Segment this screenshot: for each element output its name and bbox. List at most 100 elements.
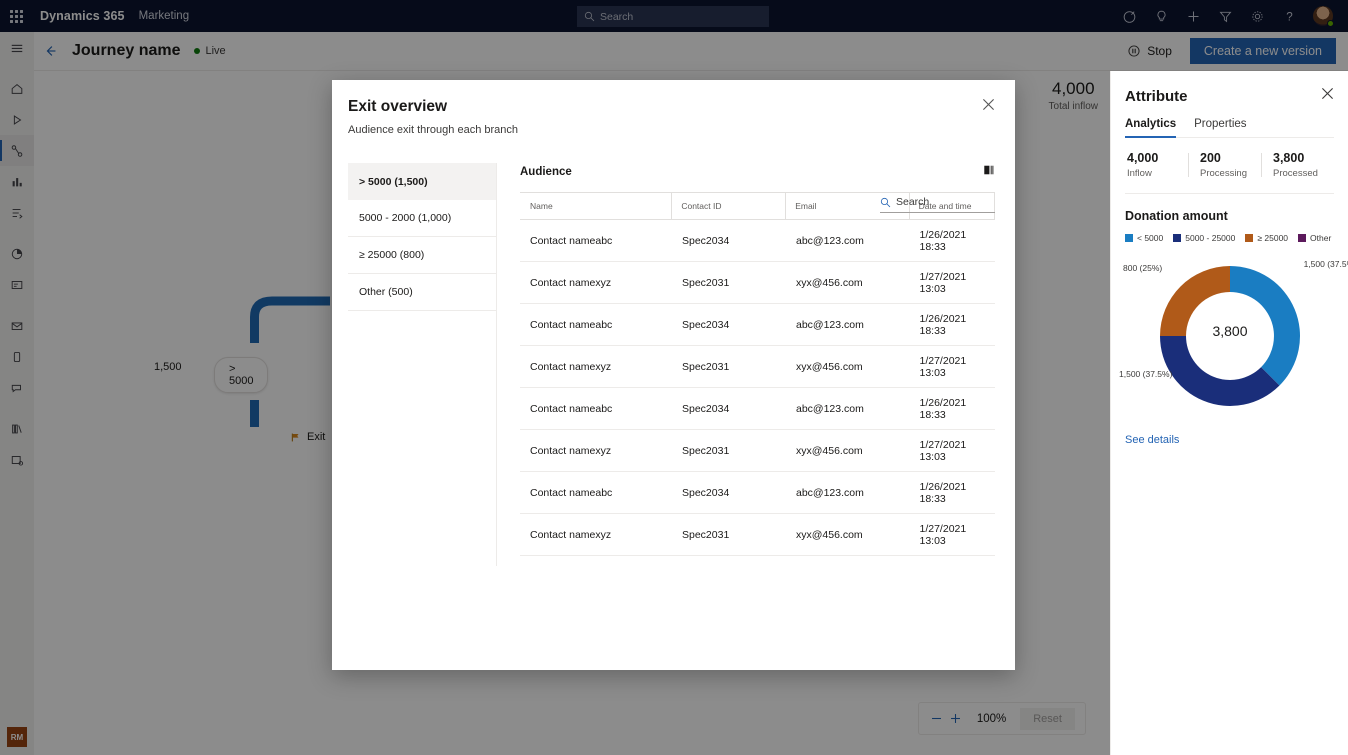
global-search-input[interactable]: Search bbox=[577, 6, 769, 27]
table-row[interactable]: Contact namexyz Spec2031 xyx@456.com 1/27/2… bbox=[520, 261, 995, 304]
table-cell-date-time: 1/26/2021 18:33 bbox=[909, 219, 995, 262]
table-cell-contact-id: Spec2031 bbox=[672, 345, 786, 388]
target-icon[interactable] bbox=[1114, 0, 1144, 32]
branch-list-item[interactable]: Other (500) bbox=[348, 274, 496, 311]
table-cell-date-time: 1/27/2021 13:03 bbox=[909, 261, 995, 304]
zoom-controls: 100% Reset bbox=[918, 702, 1086, 735]
sidebar-item-home[interactable] bbox=[0, 73, 34, 104]
table-cell-name: Contact nameabc bbox=[520, 471, 672, 514]
table-cell-name: Contact namexyz bbox=[520, 429, 672, 472]
chart-title: Donation amount bbox=[1125, 209, 1228, 223]
dialog-search-input[interactable]: Search bbox=[880, 196, 995, 213]
tab-analytics[interactable]: Analytics bbox=[1125, 118, 1177, 138]
zoom-in-button[interactable] bbox=[948, 708, 963, 730]
table-cell-email: abc@123.com bbox=[786, 555, 910, 566]
sidebar-item-insights[interactable] bbox=[0, 166, 34, 197]
table-row[interactable]: Contact nameabcSpec2034abc@123.com1/26/2… bbox=[520, 219, 995, 262]
user-avatar[interactable] bbox=[1306, 0, 1340, 32]
stop-icon bbox=[1128, 45, 1140, 57]
stat-inflow-value: 4,000 bbox=[1127, 151, 1159, 165]
legend-label: ≥ 25000 bbox=[1257, 233, 1289, 243]
sidebar-item-library[interactable] bbox=[0, 413, 34, 444]
table-cell-date-time: 1/26/2021 18:33 bbox=[909, 303, 995, 346]
branch-list-item[interactable]: 5000 - 2000 (1,000) bbox=[348, 200, 496, 237]
legend-swatch bbox=[1245, 234, 1254, 242]
lightbulb-icon[interactable] bbox=[1146, 0, 1176, 32]
total-inflow-label: Total inflow bbox=[1048, 101, 1098, 112]
rail-user-avatar[interactable]: RM bbox=[0, 727, 34, 747]
sidebar-item-mobile[interactable] bbox=[0, 341, 34, 372]
table-cell-name: Contact nameabc bbox=[520, 555, 672, 566]
column-header-contact-id[interactable]: Contact ID bbox=[671, 193, 787, 219]
table-row[interactable]: Contact namexyz Spec2031 xyx@456.com 1/27/2… bbox=[520, 429, 995, 472]
table-row[interactable]: Contact namexyz Spec2031 xyx@456.com 1/27/2… bbox=[520, 513, 995, 556]
app-launcher-icon[interactable] bbox=[0, 0, 32, 32]
table-row[interactable]: Contact nameabcSpec2034abc@123.com1/26/2… bbox=[520, 471, 995, 514]
attribute-panel-tabs: Analytics Properties bbox=[1125, 118, 1334, 138]
donut-slice-5000-25000 bbox=[1160, 336, 1280, 407]
table-cell-contact-id: Spec2031 bbox=[672, 513, 786, 556]
brand-label: Dynamics 365 bbox=[40, 9, 125, 23]
columns-icon[interactable] bbox=[983, 163, 995, 181]
table-cell-date-time: 1/26/2021 18:33 bbox=[909, 387, 995, 430]
page-title: Journey name bbox=[72, 42, 181, 59]
branch-list-item[interactable]: ≥ 25000 (800) bbox=[348, 237, 496, 274]
hamburger-icon[interactable] bbox=[0, 32, 34, 63]
table-row[interactable]: Contact nameabcSpec2034abc@123.com1/26/2… bbox=[520, 303, 995, 346]
donut-label-5000-25000: 1,500 (37.5%) bbox=[1119, 369, 1173, 379]
sidebar-item-forms[interactable] bbox=[0, 269, 34, 300]
table-row[interactable]: Contact nameabcSpec2034abc@123.com1/26/2… bbox=[520, 555, 995, 566]
zoom-out-button[interactable] bbox=[929, 708, 944, 730]
create-new-version-button[interactable]: Create a new version bbox=[1189, 37, 1336, 65]
table-cell-contact-id: Spec2031 bbox=[672, 261, 786, 304]
gear-icon[interactable] bbox=[1242, 0, 1272, 32]
plus-icon[interactable] bbox=[1178, 0, 1208, 32]
column-header-name[interactable]: Name bbox=[520, 193, 673, 219]
donut-chart: 3,800 1,500 (37.5%) 1,500 (37.5%) 800 (2… bbox=[1119, 249, 1348, 424]
see-details-link[interactable]: See details bbox=[1125, 434, 1179, 446]
legend-item: 5000 - 25000 bbox=[1173, 233, 1235, 243]
filter-icon[interactable] bbox=[1210, 0, 1240, 32]
sidebar-item-analytics[interactable] bbox=[0, 238, 34, 269]
table-row[interactable]: Contact namexyz Spec2031 xyx@456.com 1/27/2… bbox=[520, 345, 995, 388]
sidebar-item-email[interactable] bbox=[0, 310, 34, 341]
table-cell-email: xyx@456.com bbox=[786, 345, 910, 388]
legend-label: < 5000 bbox=[1137, 233, 1164, 243]
table-cell-contact-id: Spec2031 bbox=[672, 429, 786, 472]
table-cell-contact-id: Spec2034 bbox=[672, 555, 786, 566]
table-cell-date-time: 1/27/2021 13:03 bbox=[909, 345, 995, 388]
close-icon[interactable] bbox=[1321, 87, 1334, 105]
legend-swatch bbox=[1298, 234, 1307, 242]
left-navigation-rail: RM bbox=[0, 32, 34, 755]
tab-properties[interactable]: Properties bbox=[1194, 118, 1246, 137]
sidebar-item-segments[interactable] bbox=[0, 197, 34, 228]
global-search-placeholder: Search bbox=[600, 10, 634, 23]
audience-table-caption: Audience bbox=[520, 166, 572, 178]
table-cell-date-time: 1/26/2021 18:33 bbox=[909, 555, 995, 566]
stop-button[interactable]: Stop bbox=[1119, 39, 1180, 63]
donut-label-lt5000: 1,500 (37.5%) bbox=[1303, 259, 1348, 269]
branch-list-item[interactable]: > 5000 (1,500) bbox=[348, 163, 496, 200]
table-cell-contact-id: Spec2034 bbox=[672, 219, 786, 262]
dialog-close-icon[interactable] bbox=[982, 98, 995, 116]
sidebar-item-recent[interactable] bbox=[0, 104, 34, 135]
table-cell-name: Contact namexyz bbox=[520, 261, 672, 304]
status-label: Live bbox=[205, 45, 226, 57]
audience-table-panel: Audience Name Contact ID Email Date and … bbox=[496, 163, 996, 566]
branch-condition-pill[interactable]: > 5000 bbox=[214, 357, 269, 393]
zoom-reset-button[interactable]: Reset bbox=[1020, 707, 1075, 730]
help-icon[interactable]: ? bbox=[1274, 0, 1304, 32]
sidebar-item-assets[interactable] bbox=[0, 444, 34, 475]
legend-item: Other bbox=[1298, 233, 1331, 243]
table-row[interactable]: Contact nameabcSpec2034abc@123.com1/26/2… bbox=[520, 387, 995, 430]
table-cell-email: xyx@456.com bbox=[786, 513, 910, 556]
attribute-panel-title: Attribute bbox=[1125, 87, 1188, 105]
table-cell-email: abc@123.com bbox=[786, 471, 910, 514]
presence-indicator bbox=[1327, 20, 1334, 27]
sidebar-item-push[interactable] bbox=[0, 372, 34, 403]
audience-table-scroll[interactable]: Contact nameabc Spec2034 abc@123.com 1/26/2… bbox=[520, 219, 995, 566]
exit-node[interactable]: Exit bbox=[290, 431, 325, 443]
back-arrow-icon[interactable] bbox=[34, 32, 68, 71]
audience-table-body: Contact nameabc Spec2034 abc@123.com 1/26/2… bbox=[520, 219, 995, 566]
sidebar-item-journeys[interactable] bbox=[0, 135, 34, 166]
